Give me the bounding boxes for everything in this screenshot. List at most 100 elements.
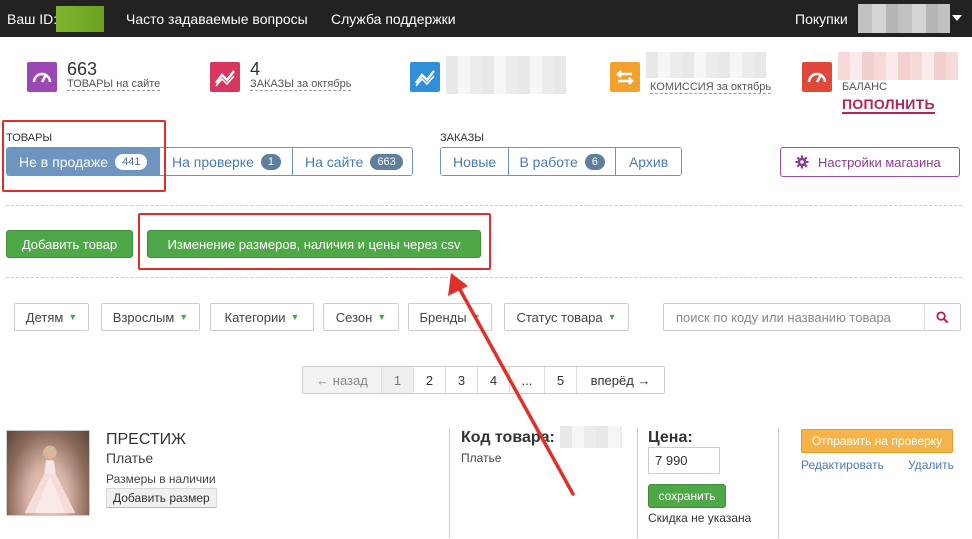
products-on-site-label[interactable]: Товары на сайте bbox=[67, 78, 161, 91]
search-icon bbox=[936, 310, 949, 323]
chevron-down-icon: ▼ bbox=[290, 312, 300, 322]
exchange-arrows-icon bbox=[610, 62, 640, 92]
purchases-link[interactable]: Покупки bbox=[795, 11, 848, 27]
filter-label: Сезон bbox=[335, 309, 373, 325]
faq-link[interactable]: Часто задаваемые вопросы bbox=[126, 11, 308, 27]
store-settings-button[interactable]: Настройки магазина bbox=[780, 147, 960, 177]
chevron-down-icon: ▼ bbox=[471, 312, 481, 322]
price-input[interactable] bbox=[648, 447, 720, 474]
add-product-button[interactable]: Добавить товар bbox=[6, 230, 133, 258]
divider bbox=[6, 205, 962, 206]
tab-on-site[interactable]: На сайте 663 bbox=[293, 148, 412, 175]
balance-value-redacted bbox=[838, 52, 958, 80]
pagination-page[interactable]: 5 bbox=[545, 367, 577, 393]
pagination-next[interactable]: вперёд → bbox=[577, 367, 664, 393]
filter-label: Детям bbox=[25, 309, 64, 325]
orders-section-label: Заказы bbox=[440, 132, 484, 144]
search-button[interactable] bbox=[924, 304, 960, 330]
filter-kids-dropdown[interactable]: Детям ▼ bbox=[14, 303, 89, 331]
chevron-down-icon: ▼ bbox=[607, 312, 617, 322]
filter-label: Бренды bbox=[419, 309, 467, 325]
speedometer-icon bbox=[27, 62, 57, 92]
divider bbox=[449, 428, 450, 538]
pagination: ← назад 1 2 3 4 ... 5 вперёд → bbox=[302, 366, 665, 394]
filter-season-dropdown[interactable]: Сезон ▼ bbox=[323, 303, 399, 331]
filter-label: Взрослым bbox=[112, 309, 175, 325]
chevron-down-icon: ▼ bbox=[377, 312, 387, 322]
product-code-label: Код товара: bbox=[461, 429, 555, 446]
top-navigation-bar: Ваш ID: Часто задаваемые вопросы Служба … bbox=[0, 0, 972, 37]
pagination-page[interactable]: 2 bbox=[414, 367, 446, 393]
count-badge: 6 bbox=[584, 153, 605, 170]
filter-label: Категории bbox=[224, 309, 286, 325]
user-id-value-redacted bbox=[56, 6, 104, 32]
edit-product-link[interactable]: Редактировать bbox=[801, 458, 884, 472]
stat-label-sub: на сайте bbox=[113, 78, 161, 90]
add-size-button[interactable]: Добавить размер bbox=[106, 488, 217, 508]
tab-label: Новые bbox=[453, 153, 497, 170]
tab-label: На проверке bbox=[172, 153, 254, 170]
product-search bbox=[663, 303, 961, 331]
tab-label: В работе bbox=[519, 153, 578, 170]
filter-label: Статус товара bbox=[516, 309, 603, 325]
divider bbox=[637, 428, 638, 538]
product-thumbnail[interactable] bbox=[6, 430, 90, 516]
divider bbox=[778, 428, 779, 538]
annotation-highlight-box bbox=[138, 213, 491, 270]
stat-label-main: Баланс bbox=[842, 81, 887, 93]
speedometer-icon bbox=[802, 62, 832, 92]
stat-label-sub: за октябрь bbox=[293, 78, 352, 90]
product-type: Платье bbox=[106, 450, 154, 466]
tab-on-review[interactable]: На проверке 1 bbox=[160, 148, 293, 175]
tab-label: На сайте bbox=[305, 153, 364, 170]
pagination-prev[interactable]: ← назад bbox=[303, 367, 382, 393]
commission-value-redacted bbox=[646, 52, 766, 78]
orders-month-label[interactable]: Заказы за октябрь bbox=[250, 78, 352, 91]
count-badge: 1 bbox=[260, 153, 281, 170]
balance-label: Баланс bbox=[842, 81, 887, 93]
discount-status: Скидка не указана bbox=[648, 511, 752, 525]
revenue-value-redacted bbox=[446, 56, 566, 94]
product-code-type: Платье bbox=[461, 451, 502, 465]
product-code-redacted bbox=[560, 426, 622, 448]
price-label: Цена: bbox=[648, 429, 693, 446]
pagination-page[interactable]: 4 bbox=[478, 367, 510, 393]
orders-status-tabs: Новые В работе 6 Архив bbox=[440, 147, 682, 176]
pagination-page[interactable]: 3 bbox=[446, 367, 478, 393]
filter-status-dropdown[interactable]: Статус товара ▼ bbox=[504, 303, 629, 331]
account-avatar-redacted[interactable] bbox=[858, 4, 950, 33]
filter-brands-dropdown[interactable]: Бренды ▼ bbox=[408, 303, 492, 331]
filter-categories-dropdown[interactable]: Категории ▼ bbox=[210, 303, 314, 331]
sizes-in-stock-label: Размеры в наличии bbox=[106, 472, 216, 486]
tab-in-progress[interactable]: В работе 6 bbox=[509, 148, 617, 175]
commission-month-label[interactable]: Комиссия за октябрь bbox=[650, 81, 772, 94]
tab-archive[interactable]: Архив bbox=[616, 148, 681, 175]
divider bbox=[6, 277, 962, 278]
gear-icon bbox=[795, 155, 809, 169]
pagination-ellipsis: ... bbox=[510, 367, 545, 393]
support-link[interactable]: Служба поддержки bbox=[331, 11, 456, 27]
product-name[interactable]: ПРЕСТИЖ bbox=[106, 431, 186, 449]
top-up-balance-link[interactable]: ПОПОЛНИТЬ bbox=[842, 96, 935, 114]
stat-label-sub: за октябрь bbox=[713, 81, 772, 93]
orders-count: 4 bbox=[250, 59, 261, 79]
delete-product-link[interactable]: Удалить bbox=[908, 458, 954, 472]
chevron-down-icon: ▼ bbox=[179, 312, 189, 322]
user-id-label: Ваш ID: bbox=[7, 11, 58, 27]
chevron-down-icon: ▼ bbox=[68, 312, 78, 322]
stat-label-main: Комиссия bbox=[650, 81, 714, 93]
stat-label-main: Товары bbox=[67, 78, 114, 90]
chevron-down-icon[interactable] bbox=[952, 15, 962, 21]
stat-label-main: Заказы bbox=[250, 78, 294, 90]
send-for-review-button[interactable]: Отправить на проверку bbox=[801, 429, 953, 453]
filter-adults-dropdown[interactable]: Взрослым ▼ bbox=[101, 303, 200, 331]
store-settings-label: Настройки магазина bbox=[818, 154, 941, 170]
search-input[interactable] bbox=[664, 304, 922, 330]
count-badge: 663 bbox=[370, 153, 403, 170]
pagination-page[interactable]: 1 bbox=[382, 367, 414, 393]
tab-label: Архив bbox=[628, 153, 669, 170]
tab-new-orders[interactable]: Новые bbox=[441, 148, 510, 175]
annotation-highlight-box bbox=[2, 120, 166, 192]
save-price-button[interactable]: сохранить bbox=[648, 484, 726, 508]
trend-chart-icon bbox=[210, 62, 240, 92]
